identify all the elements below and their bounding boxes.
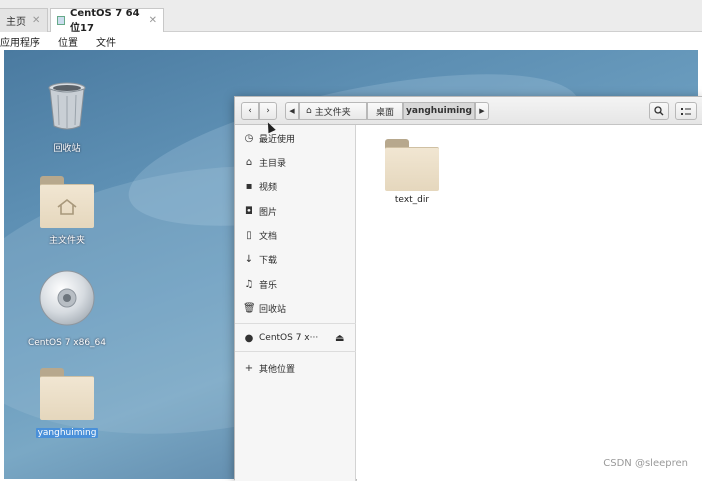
sidebar-item-documents[interactable]: ▯ 文档 [243,226,355,244]
search-icon [654,106,664,116]
plus-icon: + [244,362,254,374]
breadcrumb-current[interactable]: yanghuiming [403,102,475,120]
sidebar-item-downloads[interactable]: ↓ 下载 [243,250,355,268]
sidebar-divider [235,351,356,352]
view-options-button[interactable] [675,102,697,120]
breadcrumb-label: 主文件夹 [314,107,351,118]
desktop-icon-disc[interactable]: CentOS 7 x86_64 [22,270,112,349]
sidebar-item-label: 音乐 [259,280,278,291]
sidebar-item-label: 主目录 [259,158,287,169]
sidebar-item-music[interactable]: ♫ 音乐 [243,275,355,293]
breadcrumb-home[interactable]: ⌂ 主文件夹 [299,102,367,120]
vm-tab-bar: 主页 ✕ CentOS 7 64 位17 ✕ [0,0,702,34]
video-icon: ▪ [245,180,253,192]
breadcrumb-scroll-left[interactable]: ◀ [285,102,299,120]
home-icon: ⌂ [245,156,253,168]
disc-icon [39,270,95,326]
desktop-icon-trash[interactable]: 回收站 [22,80,112,155]
sidebar-item-label: 图片 [259,207,278,218]
sidebar-divider [235,323,356,324]
close-icon[interactable]: ✕ [149,15,157,26]
list-view-icon [681,107,691,115]
sidebar-item-home[interactable]: ⌂ 主目录 [243,153,355,171]
sidebar-item-other-locations[interactable]: + 其他位置 [243,359,355,377]
breadcrumb-desktop[interactable]: 桌面 [367,102,403,120]
vm-tab-label: CentOS 7 64 位17 [69,7,140,34]
vm-tab-home[interactable]: 主页 ✕ [0,8,48,32]
menu-applications[interactable]: 应用程序 [0,34,40,49]
watermark: CSDN @sleepren [603,458,688,469]
menu-places[interactable]: 位置 [58,34,78,49]
desktop-icon-label: yanghuiming [35,428,99,438]
desktop-icon-label: 回收站 [53,144,81,154]
folder-icon [40,368,94,420]
breadcrumb-label: yanghuiming [406,106,473,116]
desktop-icon-label: CentOS 7 x86_64 [27,338,107,348]
sidebar-item-label: 下载 [259,255,278,266]
chevron-right-icon: › [266,106,270,116]
trash-icon: 🗑 [243,302,256,314]
file-item-text-dir[interactable]: text_dir [377,139,447,205]
chevron-left-icon: ‹ [248,106,252,116]
home-icon: ⌂ [306,106,312,116]
desktop-icon-label: 主文件夹 [48,236,85,246]
eject-icon[interactable]: ⏏ [335,333,344,344]
breadcrumb-scroll-right[interactable]: ▶ [475,102,489,120]
file-name: text_dir [394,195,430,205]
places-sidebar: ◷ 最近使用 ⌂ 主目录 ▪ 视频 ◘ 图片 ▯ 文档 ↓ 下载 ♫ 音乐 🗑 [235,125,356,481]
vm-tab-label: 主页 [6,17,26,28]
sidebar-item-trash[interactable]: 🗑 回收站 [243,299,355,317]
camera-icon: ◘ [245,205,253,217]
file-manager-headerbar: ‹ › ◀ ⌂ 主文件夹 桌面 yanghuiming ▶ [235,97,702,125]
desktop-icon-home-folder[interactable]: 主文件夹 [22,176,112,247]
folder-icon [385,139,439,191]
triangle-right-icon: ▶ [479,107,485,115]
back-button[interactable]: ‹ [241,102,259,120]
sidebar-item-pictures[interactable]: ◘ 图片 [243,202,355,220]
sidebar-item-label: 回收站 [259,304,287,315]
menu-files[interactable]: 文件 [96,34,116,49]
sidebar-item-label: 其他位置 [259,364,296,375]
clock-icon: ◷ [244,132,254,144]
sidebar-item-label: CentOS 7 x··· [259,333,319,343]
file-manager-window: ‹ › ◀ ⌂ 主文件夹 桌面 yanghuiming ▶ ◷ 最近使用 ⌂ 主… [234,96,702,481]
music-icon: ♫ [244,278,254,290]
download-icon: ↓ [244,253,254,265]
sidebar-item-centos-disc[interactable]: ● CentOS 7 x··· ⏏ [243,329,355,347]
triangle-left-icon: ◀ [289,107,295,115]
breadcrumb-label: 桌面 [375,107,394,118]
vm-icon [57,16,65,25]
search-button[interactable] [649,102,669,120]
trash-icon [48,82,86,130]
close-icon[interactable]: ✕ [32,15,40,26]
vm-tab-centos[interactable]: CentOS 7 64 位17 ✕ [50,7,164,34]
sidebar-item-label: 最近使用 [259,134,296,145]
sidebar-item-videos[interactable]: ▪ 视频 [243,177,355,195]
file-view: text_dir [357,125,702,481]
desktop-icon-yanghuiming[interactable]: yanghuiming [22,368,112,439]
disc-icon: ● [244,332,254,344]
home-folder-icon [40,176,94,228]
sidebar-item-label: 文档 [259,231,278,242]
sidebar-item-label: 视频 [259,182,278,193]
sidebar-item-recent[interactable]: ◷ 最近使用 [243,129,355,147]
gnome-top-bar: 应用程序 位置 文件 [0,32,702,50]
forward-button[interactable]: › [259,102,277,120]
document-icon: ▯ [246,229,252,241]
